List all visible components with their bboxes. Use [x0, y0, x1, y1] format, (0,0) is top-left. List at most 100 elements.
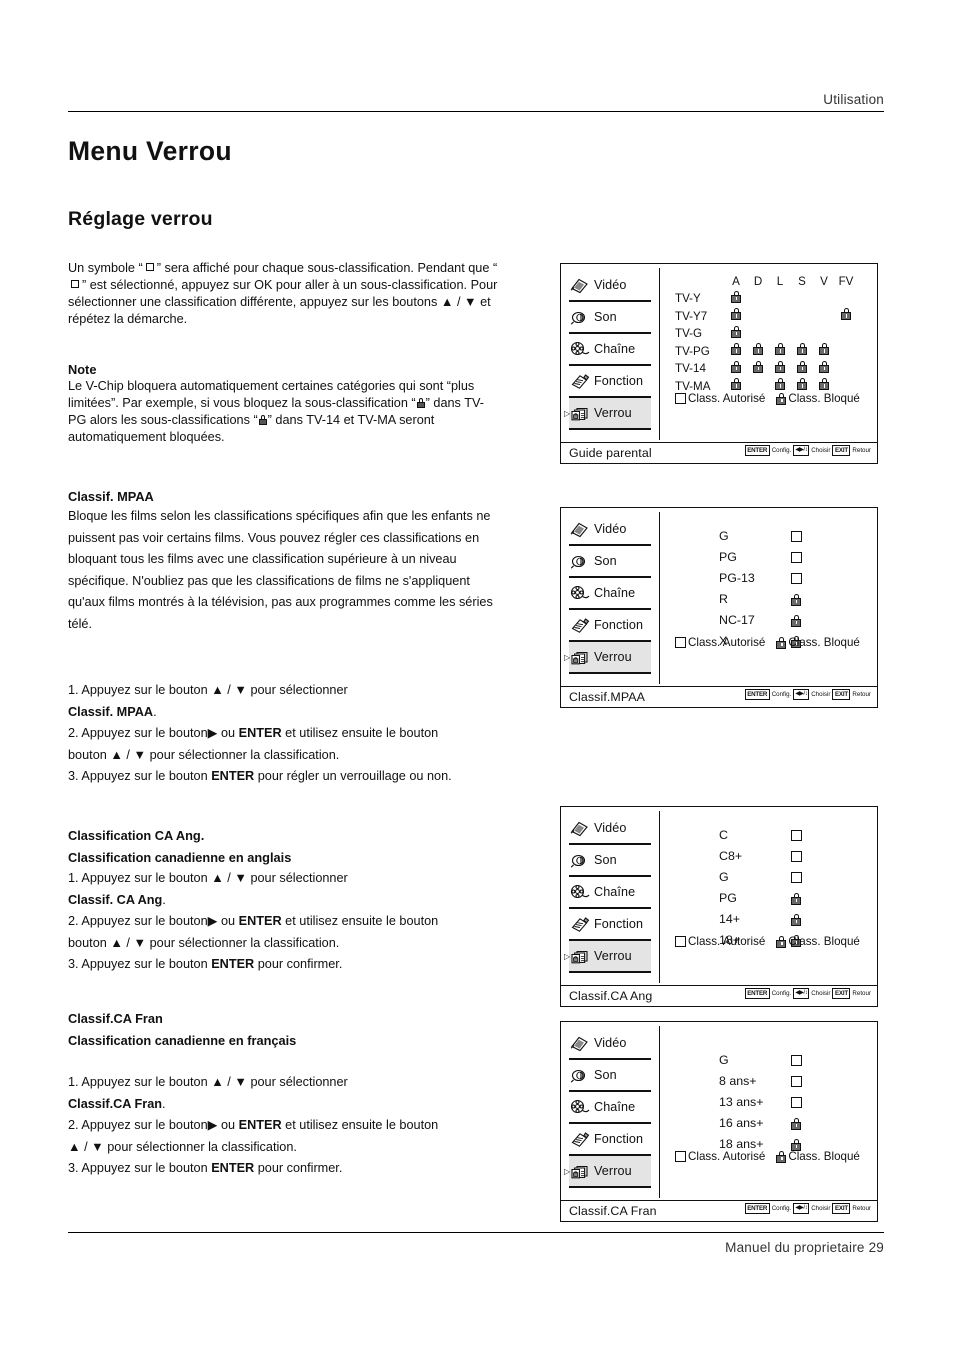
osd-menu-item-chane[interactable]: Chaîne: [569, 877, 651, 909]
rating-list-state[interactable]: [781, 1138, 811, 1151]
osd-panel-mpaa[interactable]: Vidéo Son Chaîne Fonction ▷ Verrou G PG PG-13 R N…: [560, 507, 878, 708]
rating-list-state[interactable]: [781, 573, 811, 584]
rating-list-state[interactable]: [781, 851, 811, 862]
osd-menu-item-son[interactable]: Son: [569, 845, 651, 877]
rating-list-state[interactable]: [781, 614, 811, 627]
osd-menu-item-fonction[interactable]: Fonction: [569, 366, 651, 398]
rating-grid[interactable]: A D L S V FV TV-Y TV-Y7 TV-G TV-PG TV-14 TV-MA: [675, 274, 857, 396]
rating-grid-cell[interactable]: [791, 308, 813, 326]
lock-icon[interactable]: [731, 290, 741, 303]
rating-grid-cell[interactable]: [791, 326, 813, 344]
rating-grid-row[interactable]: TV-G: [675, 325, 857, 344]
osd-sidebar[interactable]: Vidéo Son Chaîne Fonction ▷ Verrou: [561, 264, 659, 442]
osd-menu-item-verrou[interactable]: ▷ Verrou: [564, 398, 651, 430]
osd-panel-ca-fran[interactable]: Vidéo Son Chaîne Fonction ▷ Verrou G 8 ans+ 13 …: [560, 1021, 878, 1222]
rating-grid-cell[interactable]: [725, 360, 747, 379]
rating-grid-cell[interactable]: [747, 308, 769, 326]
osd-menu-item-son[interactable]: Son: [569, 302, 651, 334]
rating-grid-cell[interactable]: [813, 308, 835, 326]
rating-grid-cell[interactable]: [769, 343, 791, 361]
osd-menu-item-vido[interactable]: Vidéo: [569, 1028, 651, 1060]
lock-icon[interactable]: [819, 343, 829, 355]
allowed-box-icon[interactable]: [790, 830, 802, 841]
rating-grid-cell[interactable]: [813, 343, 835, 361]
lock-icon[interactable]: [791, 593, 801, 606]
rating-grid-row[interactable]: TV-PG: [675, 343, 857, 361]
rating-list-state[interactable]: [781, 1076, 811, 1087]
enter-key-hint[interactable]: ENTER: [744, 1203, 770, 1214]
allowed-box-icon[interactable]: [790, 1097, 802, 1108]
rating-grid-cell[interactable]: [835, 326, 857, 344]
rating-grid-cell[interactable]: [747, 291, 769, 309]
lock-icon[interactable]: [731, 325, 741, 338]
osd-menu-item-verrou[interactable]: ▷ Verrou: [564, 1156, 651, 1188]
osd-sidebar[interactable]: Vidéo Son Chaîne Fonction ▷ Verrou: [561, 508, 659, 686]
rating-grid-row[interactable]: TV-14: [675, 360, 857, 379]
rating-grid-cell[interactable]: [725, 290, 747, 309]
osd-menu-item-chane[interactable]: Chaîne: [569, 334, 651, 366]
lock-icon[interactable]: [791, 614, 801, 627]
rating-grid-cell[interactable]: [813, 291, 835, 309]
rating-grid-cell[interactable]: [813, 360, 835, 379]
lock-icon[interactable]: [775, 378, 785, 390]
rating-list-state[interactable]: [781, 830, 811, 841]
lock-icon[interactable]: [731, 343, 741, 355]
lock-icon[interactable]: [791, 913, 801, 926]
lock-icon[interactable]: [775, 360, 785, 373]
rating-grid-cell[interactable]: [769, 308, 791, 326]
rating-grid-cell[interactable]: [835, 291, 857, 309]
osd-menu-item-fonction[interactable]: Fonction: [569, 909, 651, 941]
allowed-box-icon[interactable]: [790, 552, 802, 563]
osd-menu-item-son[interactable]: Son: [569, 546, 651, 578]
lock-icon[interactable]: [775, 343, 785, 355]
rating-list[interactable]: G PG PG-13 R NC-17 X: [719, 526, 811, 652]
osd-menu-item-chane[interactable]: Chaîne: [569, 578, 651, 610]
osd-menu-item-son[interactable]: Son: [569, 1060, 651, 1092]
exit-key-hint[interactable]: EXIT: [832, 1203, 851, 1214]
rating-list-state[interactable]: [781, 531, 811, 542]
direction-keys-hint[interactable]: ◀▶/↕: [793, 689, 810, 700]
rating-grid-cell[interactable]: [791, 291, 813, 309]
osd-menu-item-chane[interactable]: Chaîne: [569, 1092, 651, 1124]
rating-list-row[interactable]: PG: [719, 888, 811, 909]
rating-grid-cell[interactable]: [791, 343, 813, 361]
lock-icon[interactable]: [731, 378, 741, 390]
rating-grid-cell[interactable]: [725, 325, 747, 344]
rating-grid-cell[interactable]: [835, 343, 857, 361]
rating-list-state[interactable]: [781, 1117, 811, 1130]
exit-key-hint[interactable]: EXIT: [832, 988, 851, 999]
rating-list-row[interactable]: G: [719, 1050, 811, 1071]
direction-keys-hint[interactable]: ◀▶/↕: [793, 1203, 810, 1214]
lock-icon[interactable]: [797, 343, 807, 355]
lock-icon[interactable]: [797, 378, 807, 390]
allowed-box-icon[interactable]: [790, 1076, 802, 1087]
rating-list-row[interactable]: R: [719, 589, 811, 610]
osd-menu-item-vido[interactable]: Vidéo: [569, 514, 651, 546]
lock-icon[interactable]: [753, 360, 763, 373]
lock-icon[interactable]: [797, 360, 807, 373]
rating-list-state[interactable]: [781, 552, 811, 563]
allowed-box-icon[interactable]: [790, 872, 802, 883]
osd-menu-item-fonction[interactable]: Fonction: [569, 1124, 651, 1156]
rating-list-row[interactable]: G: [719, 867, 811, 888]
rating-list-row[interactable]: NC-17: [719, 610, 811, 631]
lock-icon[interactable]: [841, 308, 851, 320]
rating-list-state[interactable]: [781, 593, 811, 606]
lock-icon[interactable]: [731, 360, 741, 373]
exit-key-hint[interactable]: EXIT: [832, 445, 851, 456]
direction-keys-hint[interactable]: ◀▶/↕: [793, 445, 810, 456]
lock-icon[interactable]: [791, 892, 801, 905]
rating-list-row[interactable]: 14+: [719, 909, 811, 930]
rating-grid-cell[interactable]: [747, 360, 769, 379]
lock-icon[interactable]: [819, 378, 829, 390]
allowed-box-icon[interactable]: [790, 1055, 802, 1066]
rating-grid-cell[interactable]: [725, 343, 747, 361]
rating-list-row[interactable]: PG-13: [719, 568, 811, 589]
rating-list-state[interactable]: [781, 1055, 811, 1066]
osd-sidebar[interactable]: Vidéo Son Chaîne Fonction ▷ Verrou: [561, 807, 659, 985]
lock-icon[interactable]: [753, 343, 763, 355]
osd-panel-ca-ang[interactable]: Vidéo Son Chaîne Fonction ▷ Verrou C C8+ G PG 14+…: [560, 806, 878, 1007]
lock-icon[interactable]: [731, 308, 741, 320]
rating-grid-cell[interactable]: [835, 361, 857, 379]
rating-list[interactable]: C C8+ G PG 14+ 18+: [719, 825, 811, 951]
